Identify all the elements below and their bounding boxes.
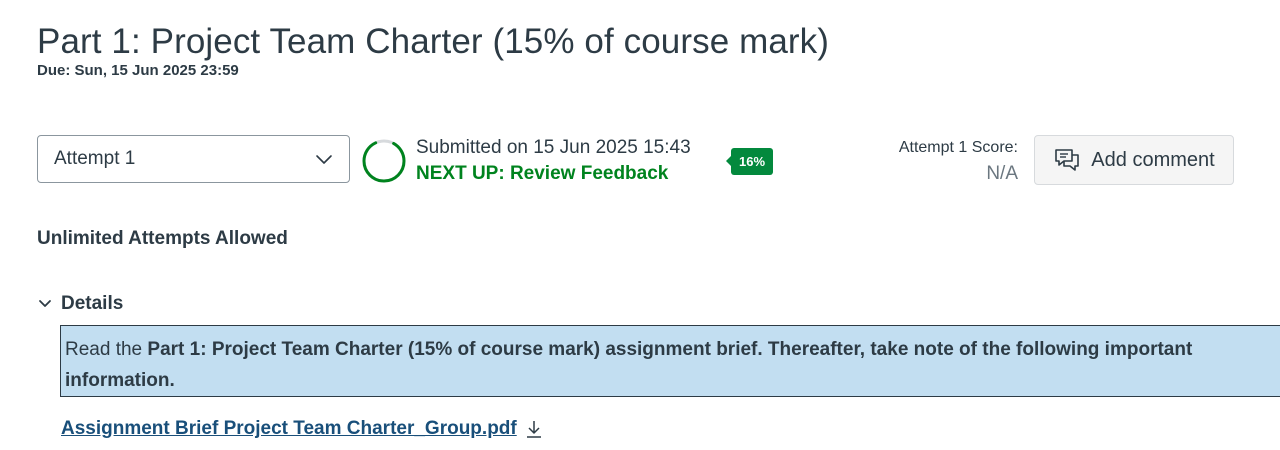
page-title: Part 1: Project Team Charter (15% of cou… xyxy=(37,22,830,61)
download-icon xyxy=(526,421,541,438)
due-date: Due: Sun, 15 Jun 2025 23:59 xyxy=(37,62,239,79)
file-link-label: Assignment Brief Project Team Charter_Gr… xyxy=(61,418,517,439)
assignment-brief: Read the Part 1: Project Team Charter (1… xyxy=(60,325,1280,397)
assignment-brief-file-link[interactable]: Assignment Brief Project Team Charter_Gr… xyxy=(61,418,543,440)
score-value: N/A xyxy=(986,163,1018,184)
progress-ring-icon xyxy=(362,139,406,183)
brief-bold-text: Part 1: Project Team Charter (15% of cou… xyxy=(65,339,1193,391)
attempts-allowed: Unlimited Attempts Allowed xyxy=(37,228,288,249)
attempt-select-value: Attempt 1 xyxy=(54,148,136,169)
details-toggle[interactable]: Details xyxy=(37,293,123,315)
assignment-page: Part 1: Project Team Charter (15% of cou… xyxy=(0,0,1280,450)
next-up-link[interactable]: NEXT UP: Review Feedback xyxy=(416,162,668,186)
add-comment-button[interactable]: Add comment xyxy=(1034,135,1234,185)
attempt-select[interactable]: Attempt 1 xyxy=(37,135,350,183)
submitted-status: Submitted on 15 Jun 2025 15:43 xyxy=(416,137,691,158)
comment-icon xyxy=(1055,149,1080,171)
score-label: Attempt 1 Score: xyxy=(898,139,1018,156)
progress-badge: 16% xyxy=(726,148,773,175)
details-label: Details xyxy=(61,293,124,314)
add-comment-label: Add comment xyxy=(1091,148,1215,171)
chevron-down-icon xyxy=(39,300,51,307)
chevron-down-icon xyxy=(316,155,332,164)
brief-prefix: Read the xyxy=(65,339,148,360)
